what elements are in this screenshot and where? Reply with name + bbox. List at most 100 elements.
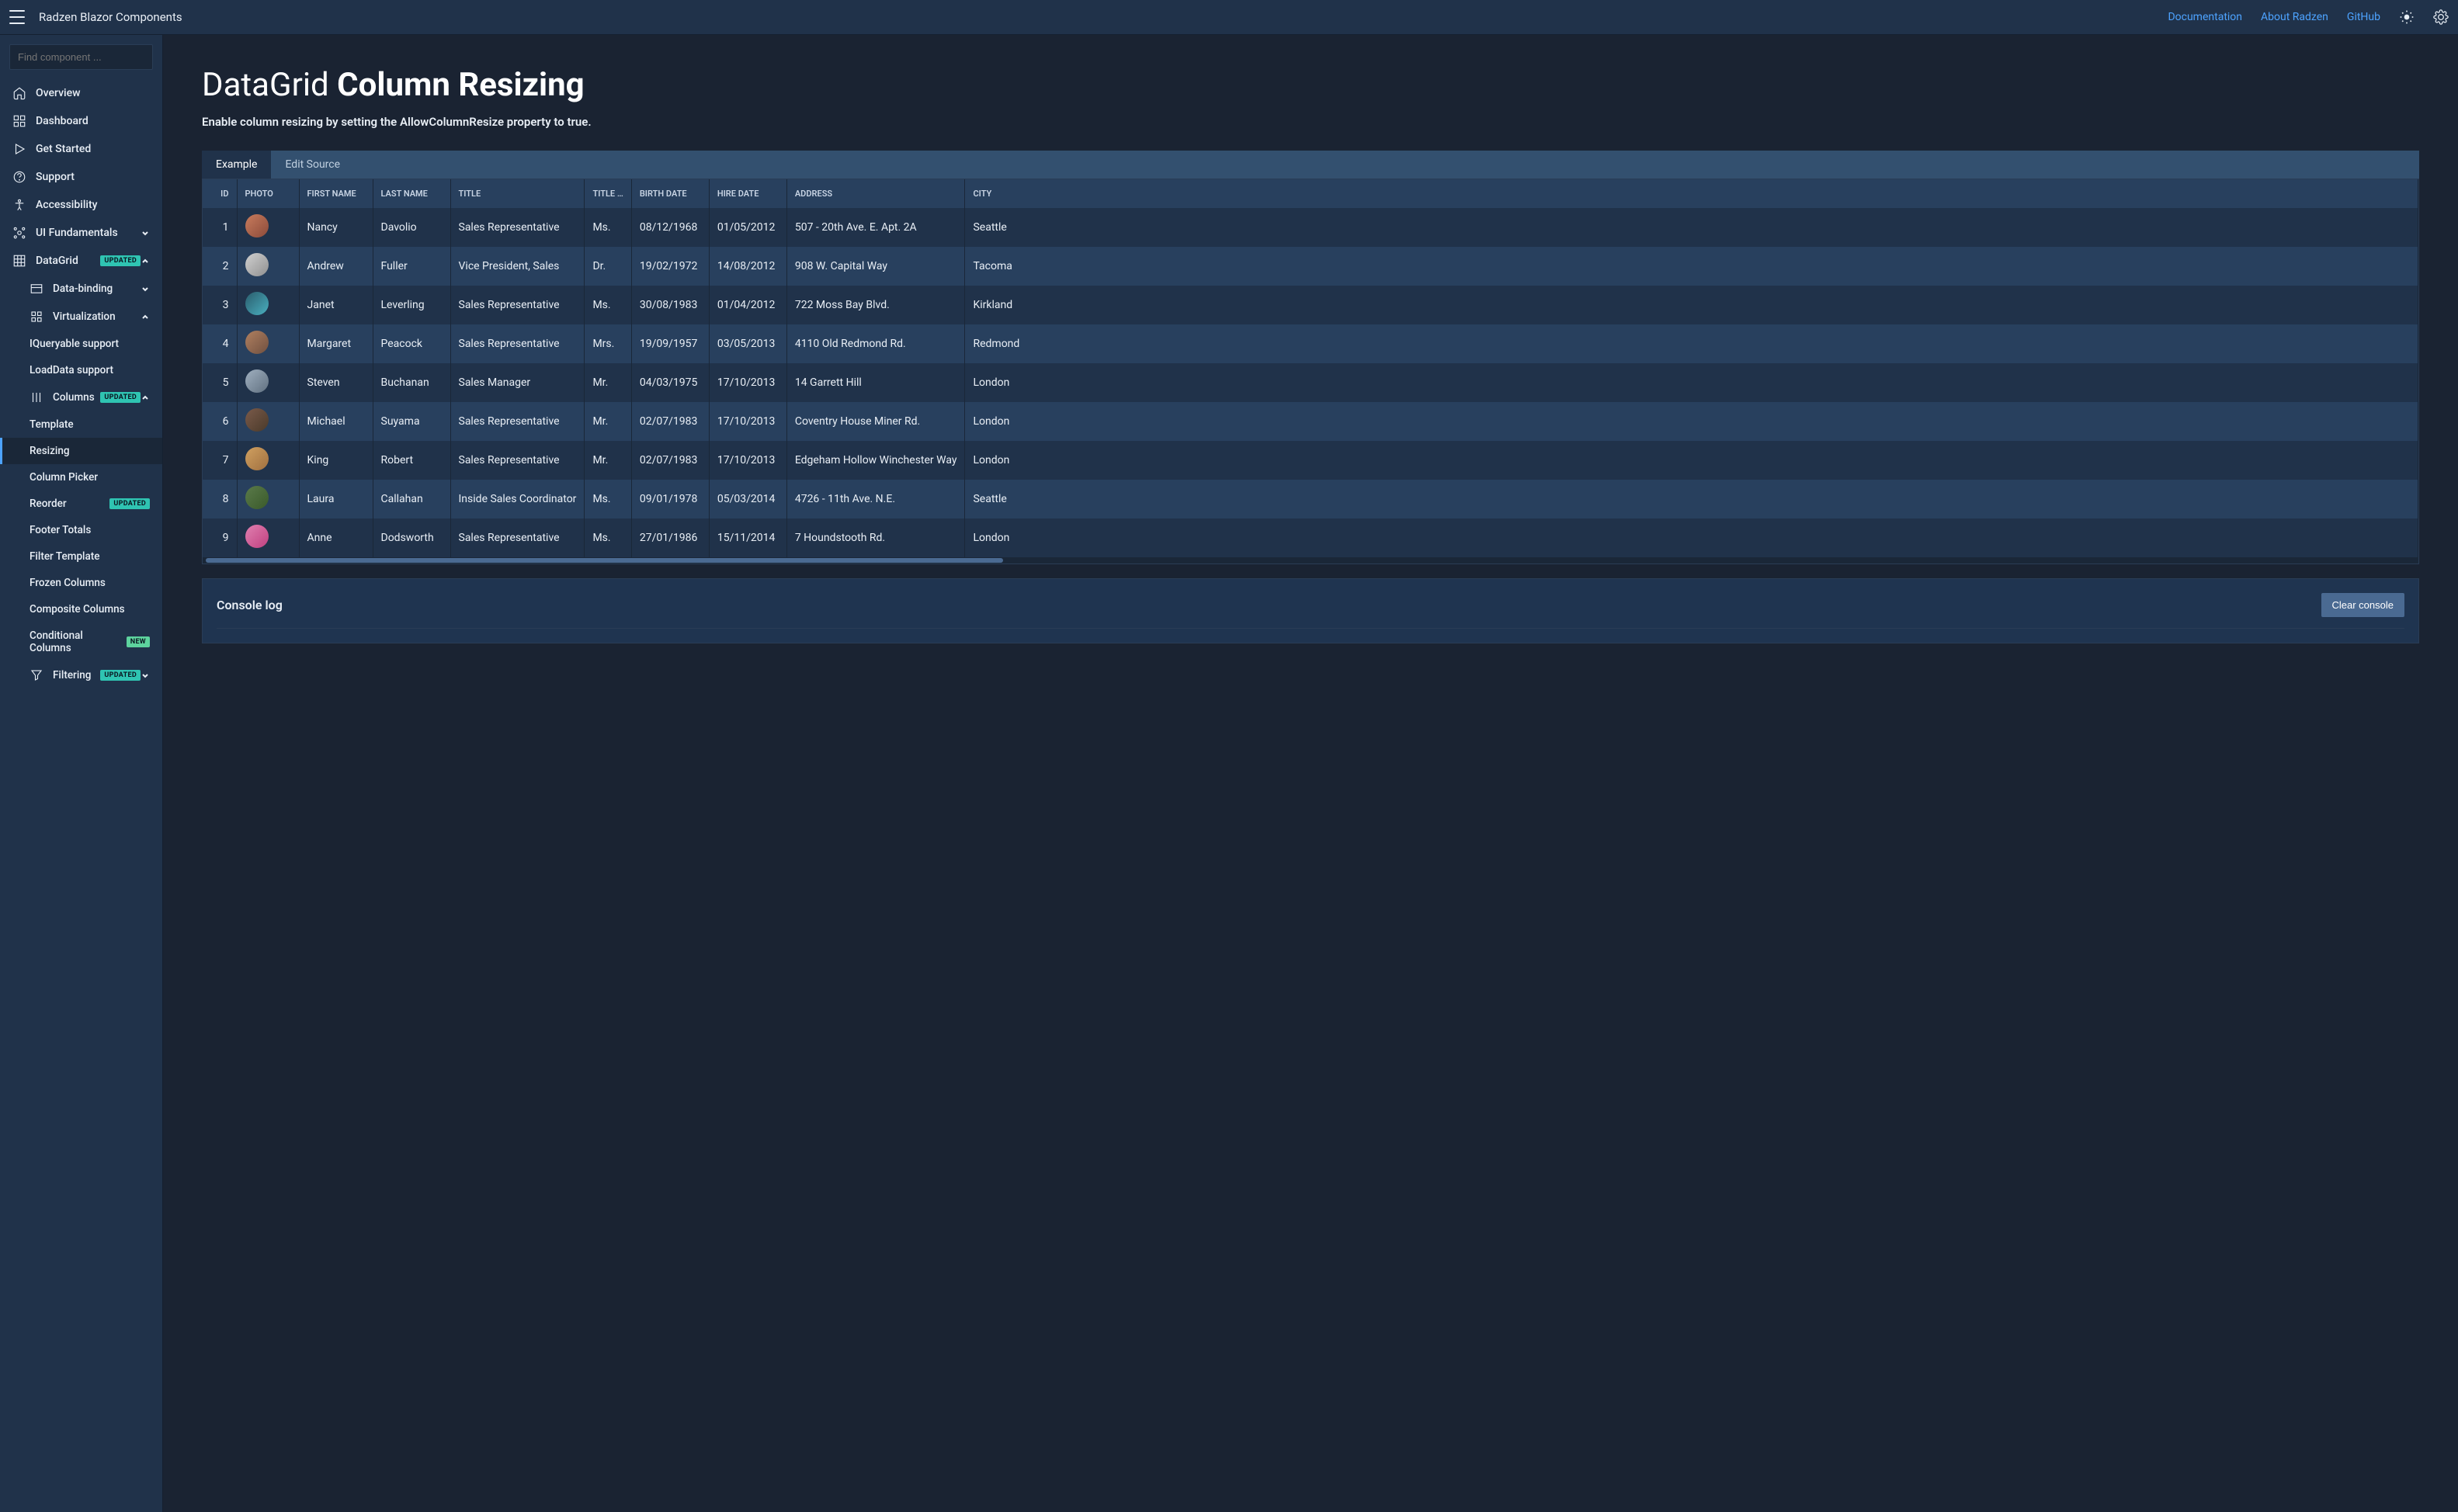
table-row[interactable]: 2AndrewFullerVice President, SalesDr.19/… xyxy=(203,247,2418,286)
horizontal-scrollbar[interactable] xyxy=(203,557,2418,564)
sidebar-item-loaddata-support[interactable]: LoadData support xyxy=(0,357,162,383)
sidebar-item-footer-totals[interactable]: Footer Totals xyxy=(0,517,162,543)
table-row[interactable]: 6MichaelSuyamaSales RepresentativeMr.02/… xyxy=(203,402,2418,441)
sidebar-item-label: Template xyxy=(30,418,150,431)
cell-address: 14 Garrett Hill xyxy=(786,363,965,402)
cell-id: 5 xyxy=(203,363,237,402)
cell-firstname: Anne xyxy=(299,518,373,557)
badge-updated: UPDATED xyxy=(100,392,141,403)
cell-photo xyxy=(237,441,299,480)
tab-example[interactable]: Example xyxy=(202,151,271,179)
table-row[interactable]: 5StevenBuchananSales ManagerMr.04/03/197… xyxy=(203,363,2418,402)
tab-edit-source[interactable]: Edit Source xyxy=(271,151,354,179)
cell-titleofcourtesy: Ms. xyxy=(585,518,631,557)
console-title: Console log xyxy=(217,598,283,612)
avatar xyxy=(245,369,269,393)
sidebar-item-composite-columns[interactable]: Composite Columns xyxy=(0,596,162,622)
cell-photo xyxy=(237,247,299,286)
cell-title: Inside Sales Coordinator xyxy=(450,480,585,518)
sidebar-item-iqueryable-support[interactable]: IQueryable support xyxy=(0,331,162,357)
chevron-up-icon xyxy=(141,393,150,402)
theme-toggle-icon[interactable] xyxy=(2399,9,2415,25)
column-header[interactable]: HIRE DATE xyxy=(709,179,786,208)
toplink-github[interactable]: GitHub xyxy=(2347,11,2380,23)
table-row[interactable]: 4MargaretPeacockSales RepresentativeMrs.… xyxy=(203,324,2418,363)
cell-title: Sales Representative xyxy=(450,324,585,363)
sidebar-item-filter-template[interactable]: Filter Template xyxy=(0,543,162,570)
console-panel: Console log Clear console xyxy=(202,578,2419,643)
cell-city: London xyxy=(965,441,2418,480)
sidebar-item-support[interactable]: Support xyxy=(0,163,162,191)
sidebar-item-data-binding[interactable]: Data-binding xyxy=(0,275,162,303)
clear-console-button[interactable]: Clear console xyxy=(2321,593,2405,617)
sidebar-item-conditional-columns[interactable]: Conditional ColumnsNEW xyxy=(0,622,162,661)
sidebar-item-ui-fundamentals[interactable]: UI Fundamentals xyxy=(0,219,162,247)
column-header[interactable]: ID xyxy=(203,179,237,208)
menu-icon[interactable] xyxy=(9,10,25,24)
cell-title: Sales Representative xyxy=(450,518,585,557)
column-header[interactable]: ADDRESS xyxy=(786,179,965,208)
column-header[interactable]: PHOTO xyxy=(237,179,299,208)
sidebar-item-frozen-columns[interactable]: Frozen Columns xyxy=(0,570,162,596)
cell-hiredate: 17/10/2013 xyxy=(709,441,786,480)
chevron-up-icon xyxy=(141,312,150,321)
settings-icon[interactable] xyxy=(2433,9,2449,25)
column-header[interactable]: BIRTH DATE xyxy=(631,179,709,208)
cell-hiredate: 17/10/2013 xyxy=(709,363,786,402)
toplink-about[interactable]: About Radzen xyxy=(2261,11,2328,23)
cell-city: Redmond xyxy=(965,324,2418,363)
fundamentals-icon xyxy=(12,226,26,240)
cell-id: 1 xyxy=(203,208,237,247)
avatar xyxy=(245,292,269,315)
main-content: DataGrid Column Resizing Enable column r… xyxy=(163,35,2458,1512)
column-header[interactable]: CITY xyxy=(965,179,2418,208)
column-header[interactable]: LAST NAME xyxy=(373,179,450,208)
sidebar-item-column-picker[interactable]: Column Picker xyxy=(0,464,162,491)
cell-firstname: Margaret xyxy=(299,324,373,363)
cell-photo xyxy=(237,402,299,441)
cell-hiredate: 01/04/2012 xyxy=(709,286,786,324)
avatar xyxy=(245,331,269,354)
cell-title: Sales Manager xyxy=(450,363,585,402)
sidebar-item-resizing[interactable]: Resizing xyxy=(0,438,162,464)
cell-birthdate: 02/07/1983 xyxy=(631,441,709,480)
column-header[interactable]: TITLE xyxy=(450,179,585,208)
table-row[interactable]: 7KingRobertSales RepresentativeMr.02/07/… xyxy=(203,441,2418,480)
sidebar-item-filtering[interactable]: FilteringUPDATED xyxy=(0,661,162,689)
cell-hiredate: 14/08/2012 xyxy=(709,247,786,286)
sidebar-item-dashboard[interactable]: Dashboard xyxy=(0,107,162,135)
table-row[interactable]: 9AnneDodsworthSales RepresentativeMs.27/… xyxy=(203,518,2418,557)
column-header[interactable]: FIRST NAME xyxy=(299,179,373,208)
cell-address: Coventry House Miner Rd. xyxy=(786,402,965,441)
virtual-icon xyxy=(30,310,43,324)
page-title: DataGrid Column Resizing xyxy=(202,66,2419,104)
cell-firstname: Nancy xyxy=(299,208,373,247)
toplink-documentation[interactable]: Documentation xyxy=(2168,11,2242,23)
cell-firstname: Laura xyxy=(299,480,373,518)
sidebar-item-overview[interactable]: Overview xyxy=(0,79,162,107)
table-row[interactable]: 8LauraCallahanInside Sales CoordinatorMs… xyxy=(203,480,2418,518)
chevron-down-icon xyxy=(141,228,150,238)
cell-photo xyxy=(237,208,299,247)
cell-birthdate: 19/09/1957 xyxy=(631,324,709,363)
sidebar-item-label: LoadData support xyxy=(30,364,150,376)
sidebar-item-virtualization[interactable]: Virtualization xyxy=(0,303,162,331)
sidebar-item-reorder[interactable]: ReorderUPDATED xyxy=(0,491,162,517)
sidebar-item-columns[interactable]: ColumnsUPDATED xyxy=(0,383,162,411)
sidebar-item-get-started[interactable]: Get Started xyxy=(0,135,162,163)
sidebar-item-accessibility[interactable]: Accessibility xyxy=(0,191,162,219)
sidebar-item-label: Footer Totals xyxy=(30,524,150,536)
cell-photo xyxy=(237,286,299,324)
sidebar-item-datagrid[interactable]: DataGridUPDATED xyxy=(0,247,162,275)
cell-lastname: Callahan xyxy=(373,480,450,518)
table-row[interactable]: 3JanetLeverlingSales RepresentativeMs.30… xyxy=(203,286,2418,324)
cell-firstname: Steven xyxy=(299,363,373,402)
cell-title: Sales Representative xyxy=(450,286,585,324)
column-header[interactable]: TITLE … xyxy=(585,179,631,208)
cell-lastname: Leverling xyxy=(373,286,450,324)
table-row[interactable]: 1NancyDavolioSales RepresentativeMs.08/1… xyxy=(203,208,2418,247)
chevron-up-icon xyxy=(141,256,150,265)
sidebar-item-template[interactable]: Template xyxy=(0,411,162,438)
search-input[interactable] xyxy=(9,44,153,70)
sidebar-item-label: Column Picker xyxy=(30,471,150,484)
